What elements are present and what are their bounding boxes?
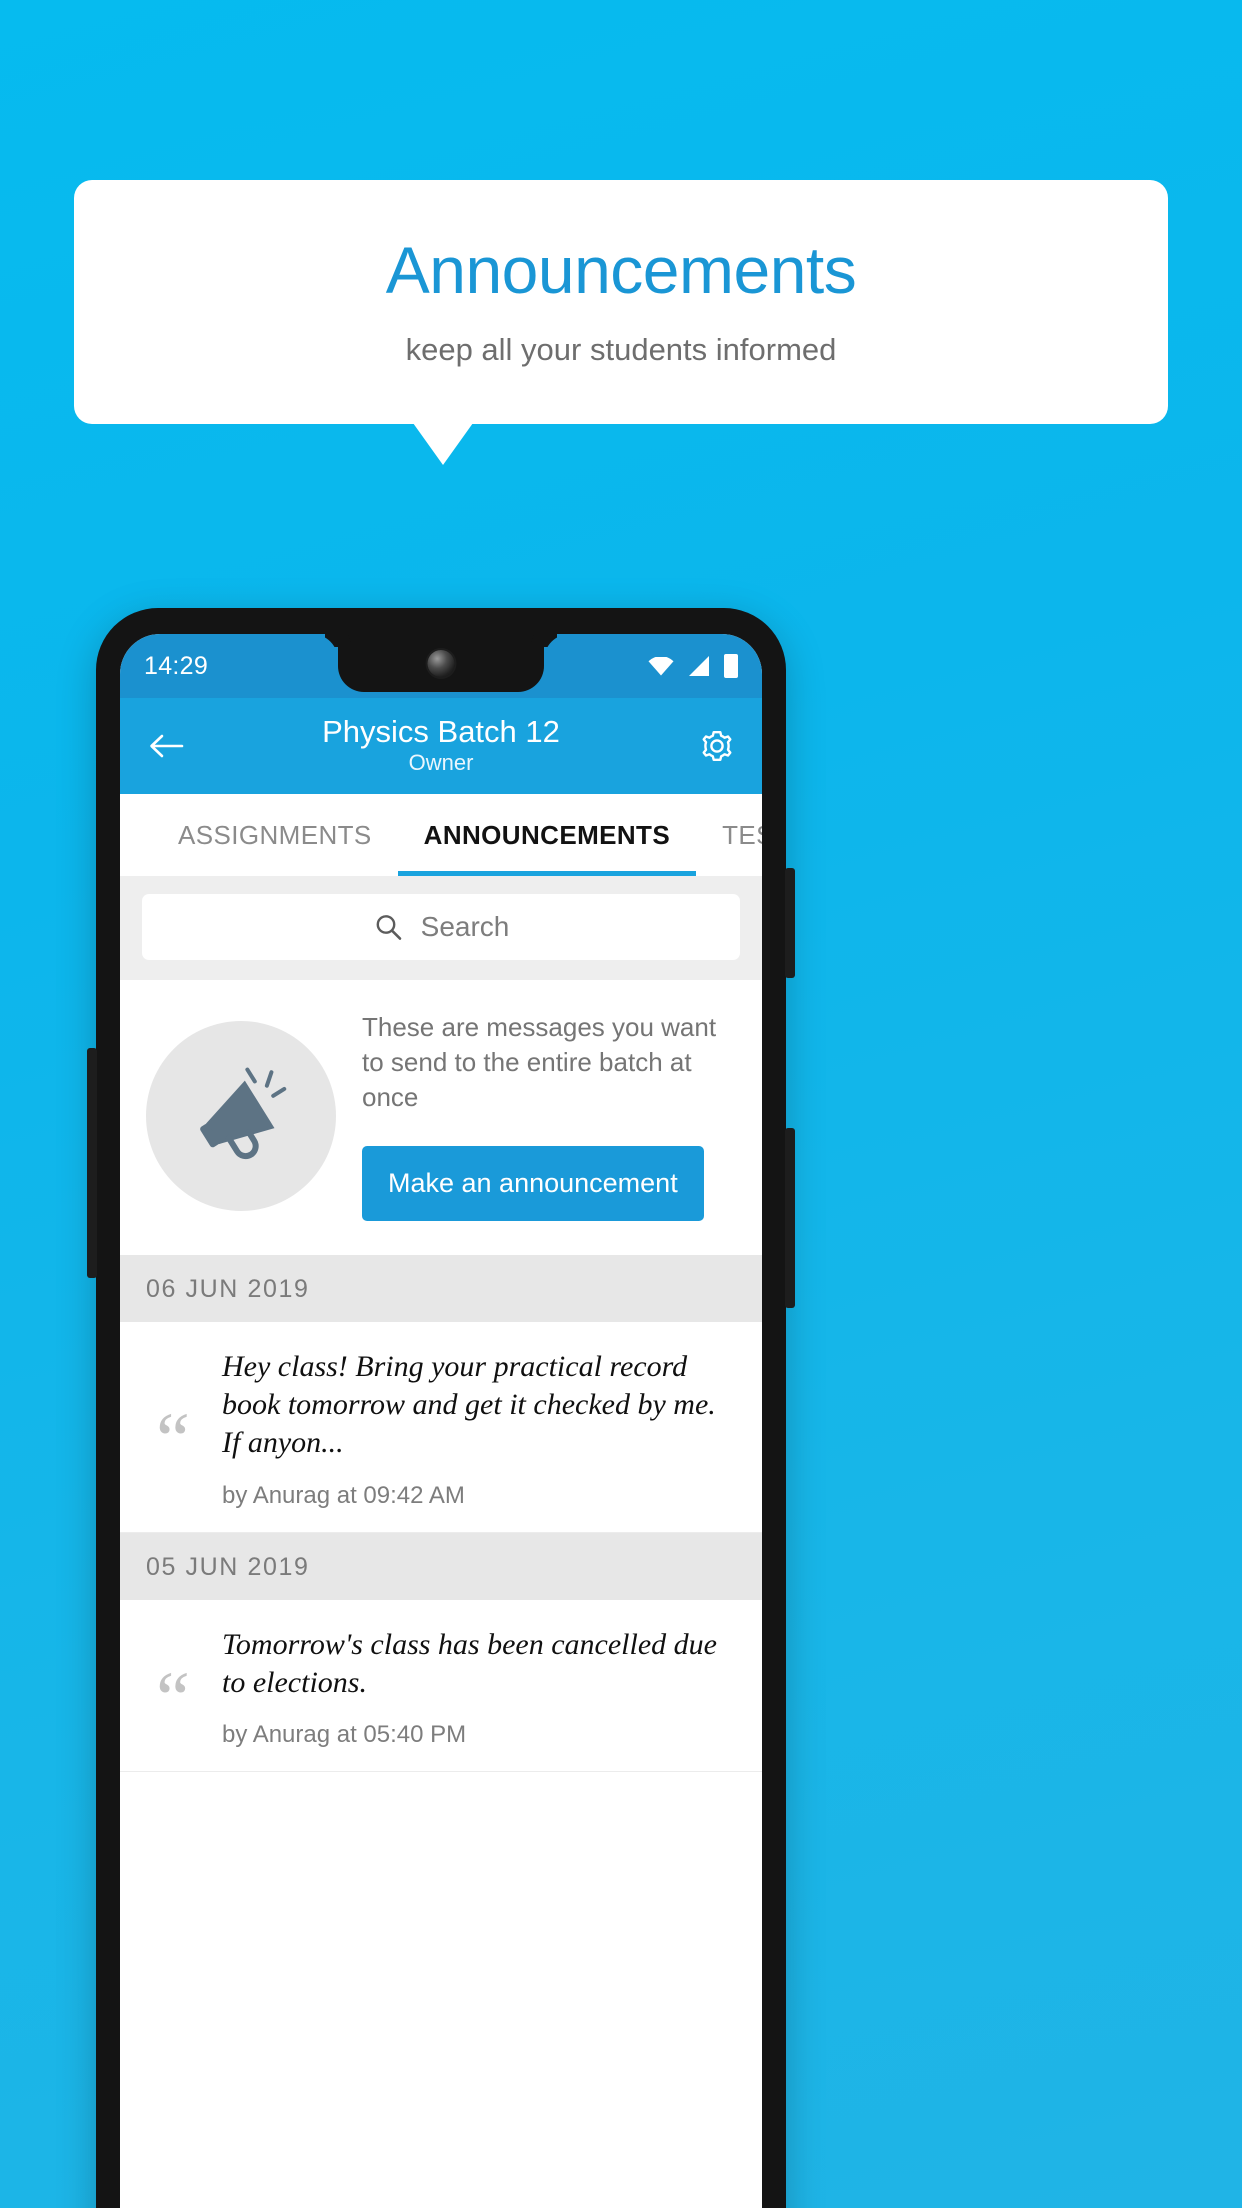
phone-volume-button <box>785 1128 795 1308</box>
gear-icon <box>702 731 732 761</box>
phone-screen: 14:29 Physics Batch 12 Owner ASSIGNMENTS… <box>120 634 762 2208</box>
announcement-body: Hey class! Bring your practical record b… <box>222 1348 740 1509</box>
quote-icon: “ <box>156 1656 190 1741</box>
back-arrow-icon <box>150 734 184 758</box>
promo-title: Announcements <box>385 233 857 308</box>
quote-icon: “ <box>156 1398 190 1483</box>
search-section: Search <box>120 876 762 980</box>
status-time: 14:29 <box>144 651 209 680</box>
status-bar: 14:29 <box>120 634 762 698</box>
search-input[interactable]: Search <box>142 894 740 960</box>
announcement-promo-card: These are messages you want to send to t… <box>120 980 762 1256</box>
phone-power-button <box>785 868 795 978</box>
announcement-item[interactable]: “ Hey class! Bring your practical record… <box>120 1322 762 1533</box>
announcement-meta: by Anurag at 05:40 PM <box>222 1721 467 1749</box>
search-icon <box>376 915 401 940</box>
announcement-text: Tomorrow's class has been cancelled due … <box>222 1627 717 1699</box>
callout-tail <box>413 423 473 465</box>
promo-card-body: These are messages you want to send to t… <box>362 1010 736 1222</box>
announcement-body: Tomorrow's class has been cancelled due … <box>222 1626 740 1750</box>
search-placeholder: Search <box>420 911 510 942</box>
make-announcement-button[interactable]: Make an announcement <box>362 1146 704 1222</box>
tab-announcements[interactable]: ANNOUNCEMENTS <box>397 794 697 876</box>
promo-screenshot: Announcements keep all your students inf… <box>0 0 1242 2208</box>
status-icons <box>648 654 738 678</box>
app-bar: Physics Batch 12 Owner <box>120 698 762 794</box>
settings-button[interactable] <box>692 721 742 771</box>
tab-tests[interactable]: TESTS <box>696 794 762 876</box>
promo-callout-card: Announcements keep all your students inf… <box>74 180 1168 424</box>
phone-side-button <box>87 1048 97 1278</box>
signal-icon <box>689 656 709 676</box>
tab-assignments[interactable]: ASSIGNMENTS <box>152 794 398 876</box>
front-camera <box>427 650 455 677</box>
announcement-text: Hey class! Bring your practical record b… <box>222 1350 716 1460</box>
phone-notch <box>338 634 544 692</box>
page-subtitle: Owner <box>408 750 474 776</box>
megaphone-icon <box>200 1067 287 1159</box>
announcement-item[interactable]: “ Tomorrow's class has been cancelled du… <box>120 1599 762 1773</box>
tab-bar: ASSIGNMENTS ANNOUNCEMENTS TESTS ' <box>120 794 762 876</box>
phone-mockup: 14:29 Physics Batch 12 Owner ASSIGNMENTS… <box>87 608 795 2208</box>
page-title: Physics Batch 12 <box>322 714 560 750</box>
wifi-icon <box>648 656 674 675</box>
promo-subtitle: keep all your students informed <box>405 331 837 367</box>
megaphone-badge <box>146 1020 336 1211</box>
date-header: 05 JUN 2019 <box>120 1532 762 1600</box>
announcement-meta: by Anurag at 09:42 AM <box>222 1481 465 1509</box>
app-bar-titles: Physics Batch 12 Owner <box>120 714 762 778</box>
battery-icon <box>724 654 738 678</box>
back-button[interactable] <box>140 720 192 772</box>
date-header: 06 JUN 2019 <box>120 1255 762 1323</box>
promo-description: These are messages you want to send to t… <box>362 1012 717 1112</box>
